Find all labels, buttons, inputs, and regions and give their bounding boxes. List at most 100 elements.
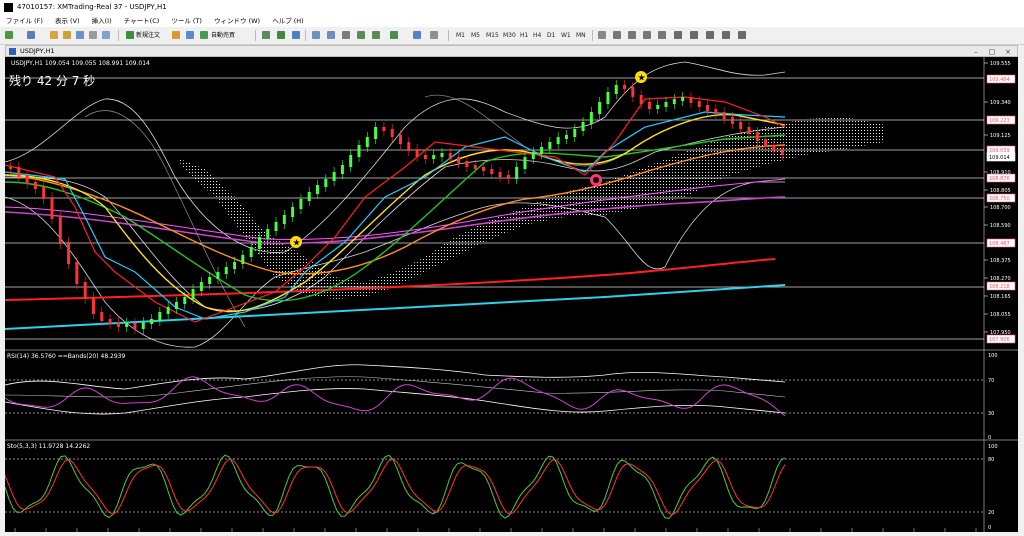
candle-body bbox=[374, 127, 378, 139]
auto-scroll-icon[interactable] bbox=[357, 31, 365, 39]
timeframe-m15[interactable]: M15 bbox=[486, 30, 499, 41]
menu-help[interactable]: ヘルプ (H) bbox=[272, 15, 304, 27]
candle-body bbox=[747, 127, 751, 134]
menu-window[interactable]: ウィンドウ (W) bbox=[214, 15, 260, 27]
vertical-line-icon[interactable] bbox=[628, 31, 636, 39]
timeframe-m1[interactable]: M1 bbox=[456, 30, 465, 41]
tester-icon[interactable] bbox=[102, 31, 110, 39]
line-chart-icon[interactable] bbox=[292, 31, 300, 39]
crosshair-icon[interactable] bbox=[613, 31, 621, 39]
candle-body bbox=[324, 179, 328, 187]
timeframe-h4[interactable]: H4 bbox=[533, 30, 541, 41]
candle-body bbox=[390, 129, 394, 137]
arrows-icon[interactable] bbox=[738, 31, 746, 39]
zoom-out-icon[interactable] bbox=[327, 31, 335, 39]
navigator-icon[interactable] bbox=[76, 31, 84, 39]
chart-shift-icon[interactable] bbox=[372, 31, 380, 39]
candle-body bbox=[133, 323, 137, 329]
candle-body bbox=[158, 312, 162, 321]
candle-body bbox=[556, 137, 560, 144]
candle-body bbox=[606, 92, 610, 104]
price-tick-label: 108.590 bbox=[990, 223, 1011, 229]
timeframe-d1[interactable]: D1 bbox=[547, 30, 555, 41]
metaeditor-icon[interactable] bbox=[172, 31, 180, 39]
zoom-in-icon[interactable] bbox=[312, 31, 320, 39]
candle-body bbox=[465, 161, 469, 167]
minimize-button[interactable]: – bbox=[970, 48, 982, 57]
price-tick-label: 108.165 bbox=[990, 294, 1011, 300]
menu-insert[interactable]: 挿入(I) bbox=[92, 15, 112, 27]
candle-body bbox=[623, 85, 627, 89]
trendline-icon[interactable] bbox=[658, 31, 666, 39]
candle-body bbox=[33, 182, 37, 189]
new-order-icon[interactable] bbox=[126, 31, 134, 39]
new-order-button[interactable]: 新規注文 bbox=[136, 30, 160, 41]
text-icon[interactable] bbox=[706, 31, 714, 39]
close-button[interactable]: × bbox=[1002, 48, 1014, 57]
data-window-icon[interactable] bbox=[63, 31, 71, 39]
templates-icon[interactable] bbox=[430, 31, 438, 39]
toolbar: 新規注文 自動売買 M1 M5 M15 M30 H1 H4 D1 W1 MN bbox=[0, 27, 1024, 45]
candle-body bbox=[432, 155, 436, 159]
candle-body bbox=[614, 85, 618, 94]
candle-body bbox=[490, 169, 494, 174]
candle-body bbox=[299, 199, 303, 209]
bar-chart-icon[interactable] bbox=[262, 31, 270, 39]
menu-tools[interactable]: ツール (T) bbox=[171, 15, 202, 27]
menu-file[interactable]: ファイル (F) bbox=[6, 15, 43, 27]
rsi-tick-label: 30 bbox=[988, 411, 994, 417]
timeframe-h1[interactable]: H1 bbox=[520, 30, 528, 41]
candle-body bbox=[780, 149, 784, 155]
expert-icon[interactable] bbox=[186, 31, 194, 39]
periods-icon[interactable] bbox=[413, 31, 421, 39]
candle-body bbox=[9, 167, 12, 169]
candle-body bbox=[581, 122, 585, 131]
auto-trade-button[interactable]: 自動売買 bbox=[211, 30, 235, 41]
candle-body bbox=[689, 97, 693, 103]
candle-body bbox=[58, 217, 62, 244]
timeframe-w1[interactable]: W1 bbox=[561, 30, 571, 41]
chart-area[interactable]: USDJPY,H1 109.054 109.055 108.991 109.01… bbox=[4, 57, 1018, 532]
candle-body bbox=[589, 112, 593, 124]
new-chart-icon[interactable] bbox=[5, 31, 13, 39]
candle-body bbox=[365, 137, 369, 147]
level-label: 108.876 bbox=[989, 176, 1010, 182]
countdown-timer: 残り 42 分 7 秒 bbox=[9, 74, 95, 88]
maximize-button[interactable]: □ bbox=[986, 48, 998, 57]
profiles-icon[interactable] bbox=[27, 31, 35, 39]
rsi-band-upper bbox=[4, 364, 786, 390]
channel-icon[interactable] bbox=[674, 31, 682, 39]
candle-body bbox=[382, 127, 386, 131]
text-label-icon[interactable] bbox=[722, 31, 730, 39]
tile-windows-icon[interactable] bbox=[342, 31, 350, 39]
candle-body bbox=[722, 112, 726, 119]
cursor-icon[interactable] bbox=[598, 31, 606, 39]
timeframe-mn[interactable]: MN bbox=[576, 30, 586, 41]
candle-body bbox=[647, 102, 651, 109]
fibonacci-icon[interactable] bbox=[690, 31, 698, 39]
sto-tick-label: 20 bbox=[988, 510, 994, 516]
sto-axis: 100 80 20 0 bbox=[988, 444, 998, 531]
candle-body bbox=[67, 242, 71, 264]
candle-body bbox=[548, 142, 552, 149]
rsi-header: RSI(14) 36.5760 ==Bands(20) 48.2939 bbox=[7, 353, 125, 360]
terminal-icon[interactable] bbox=[89, 31, 97, 39]
timeframe-m5[interactable]: M5 bbox=[471, 30, 480, 41]
auto-trade-icon[interactable] bbox=[200, 31, 208, 39]
candle-body bbox=[274, 222, 278, 231]
candle-body bbox=[108, 319, 112, 324]
menu-chart[interactable]: チャート(C) bbox=[124, 15, 160, 27]
horizontal-line-icon[interactable] bbox=[643, 31, 651, 39]
candlestick-icon[interactable] bbox=[277, 31, 285, 39]
candle-body bbox=[755, 132, 759, 141]
candle-body bbox=[399, 135, 402, 144]
market-watch-icon[interactable] bbox=[50, 31, 58, 39]
candle-body bbox=[730, 117, 734, 124]
timeframe-m30[interactable]: M30 bbox=[503, 30, 516, 41]
candle-body bbox=[216, 272, 220, 279]
candle-body bbox=[473, 165, 477, 169]
ma-violet bbox=[4, 196, 786, 245]
indicators-icon[interactable] bbox=[390, 31, 398, 39]
menu-view[interactable]: 表示 (V) bbox=[55, 15, 80, 27]
candle-body bbox=[42, 187, 46, 199]
